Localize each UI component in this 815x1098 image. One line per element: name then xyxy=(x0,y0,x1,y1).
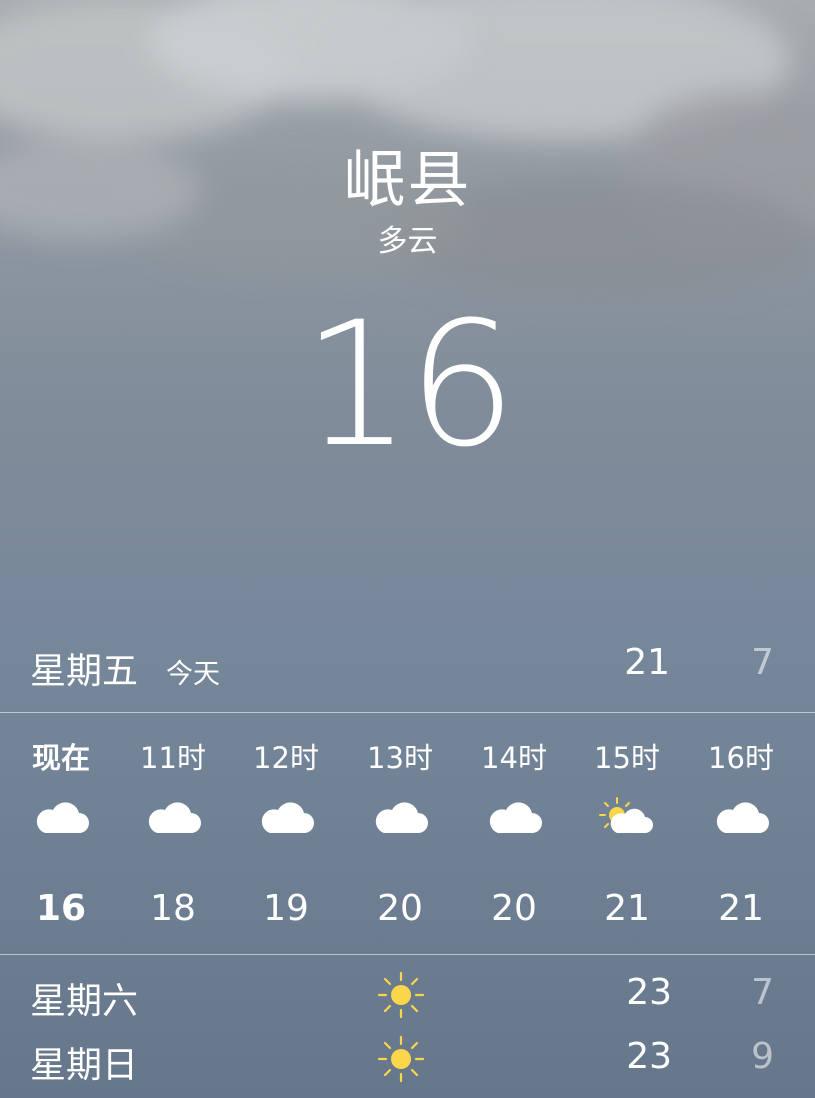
daily-day: 星期日 xyxy=(30,1045,139,1086)
hour-temp: 21 xyxy=(718,888,764,929)
cloud-icon xyxy=(716,802,769,833)
hour-label: 12时 xyxy=(253,741,319,775)
hour-temp: 21 xyxy=(604,888,650,929)
daily-forecast-row: 星期日 23 9 xyxy=(0,1028,815,1092)
today-high: 21 xyxy=(624,642,670,683)
daily-forecast-row: 星期六 23 7 xyxy=(0,964,815,1028)
divider xyxy=(0,954,815,955)
hour-label: 16时 xyxy=(708,741,774,775)
hour-label: 现在 xyxy=(31,741,90,775)
hour-label: 14时 xyxy=(481,741,547,775)
hour-temp: 20 xyxy=(377,888,423,929)
today-tag: 今天 xyxy=(166,659,220,690)
sun-icon xyxy=(377,1035,425,1083)
location-header: 岷县 多云 xyxy=(0,140,815,262)
daily-low: 7 xyxy=(751,972,774,1013)
cloud-icon xyxy=(148,802,201,833)
today-low: 7 xyxy=(751,642,774,683)
hourly-forecast[interactable]: 现在 16 11时 18 12时 19 13时 20 14时 20 15时 21… xyxy=(0,713,815,953)
sun-icon xyxy=(377,971,425,1019)
today-summary-row: 星期五 今天 21 7 xyxy=(0,632,815,696)
hour-temp: 18 xyxy=(150,888,196,929)
hour-temp: 19 xyxy=(263,888,309,929)
weather-condition: 多云 xyxy=(377,224,438,259)
cloud-icon xyxy=(375,802,428,833)
cloud-icon xyxy=(36,802,89,833)
hour-label: 11时 xyxy=(140,741,206,775)
daily-high: 23 xyxy=(626,972,672,1013)
daily-day: 星期六 xyxy=(30,981,139,1022)
hour-temp: 20 xyxy=(491,888,537,929)
partly-sunny-icon xyxy=(599,797,653,833)
daily-high: 23 xyxy=(626,1036,672,1077)
cloud-icon xyxy=(489,802,542,833)
hour-label: 13时 xyxy=(367,741,433,775)
current-temperature: 16 xyxy=(302,284,517,485)
today-day: 星期五 xyxy=(30,651,139,692)
city-name: 岷县 xyxy=(343,143,472,216)
hour-label: 15时 xyxy=(594,741,660,775)
daily-low: 9 xyxy=(751,1036,774,1077)
cloud-icon xyxy=(261,802,314,833)
hour-temp: 16 xyxy=(35,888,87,929)
